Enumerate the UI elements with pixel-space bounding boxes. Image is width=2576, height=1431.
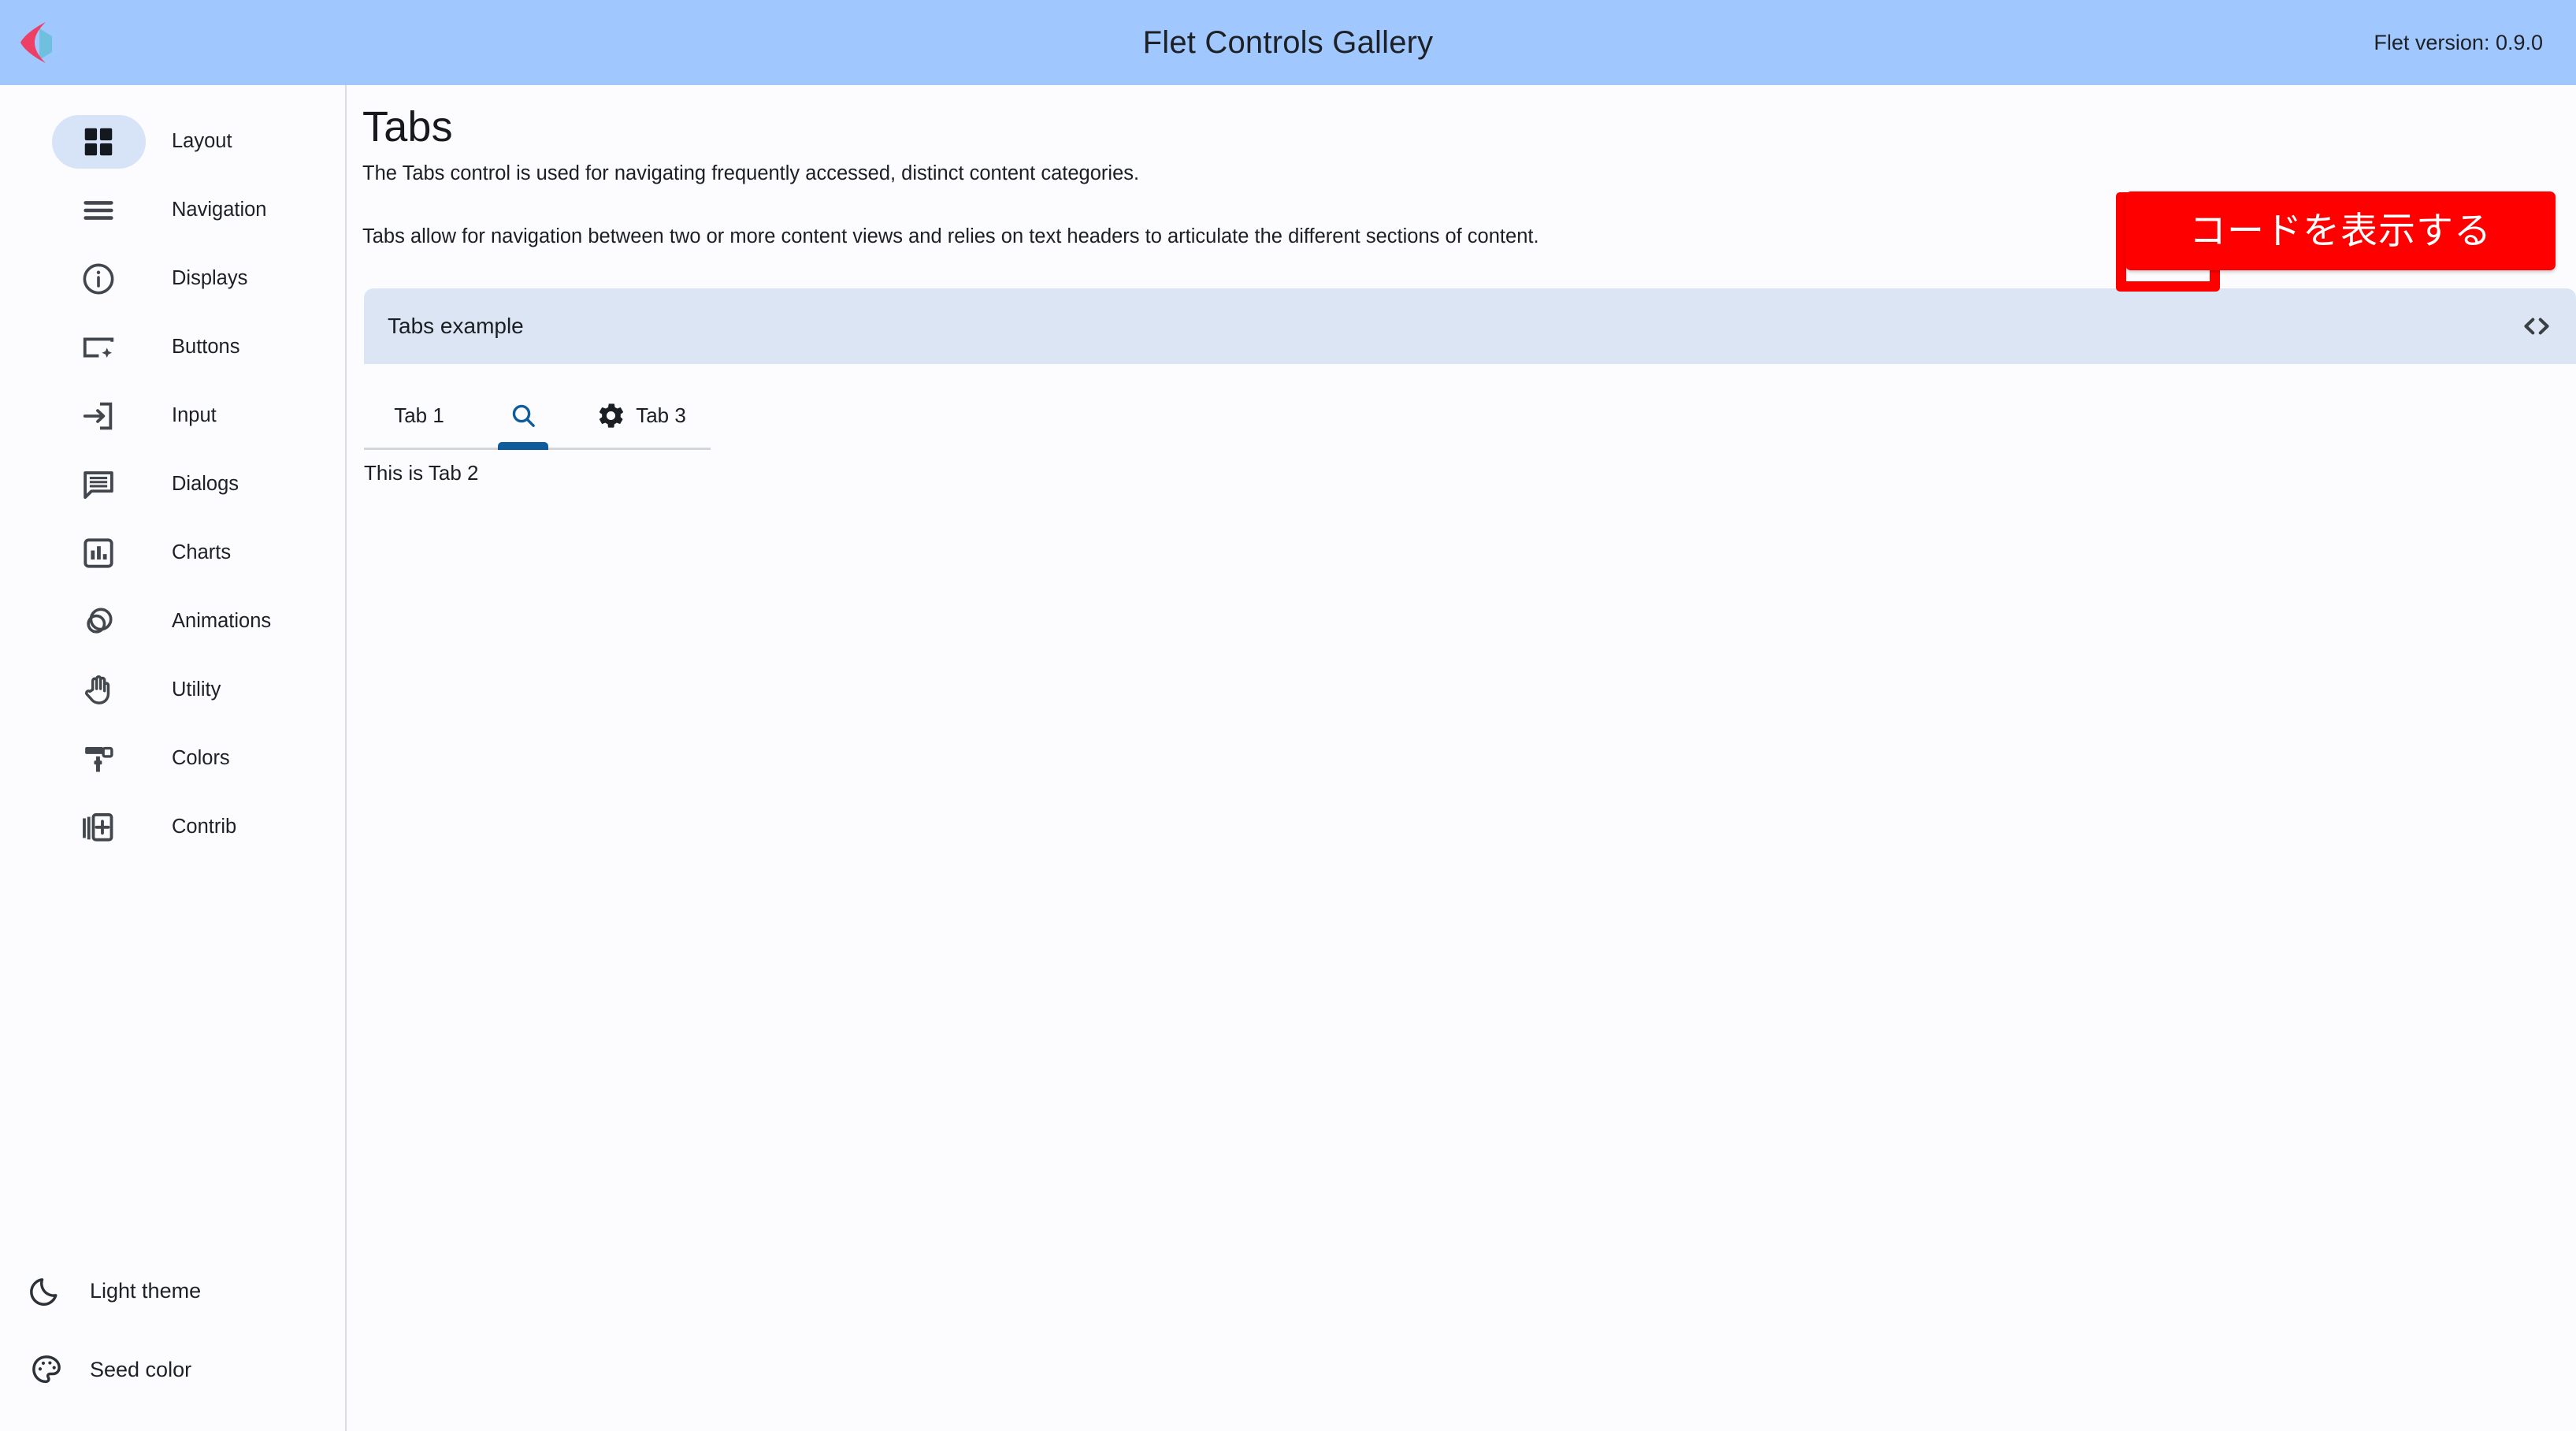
sidebar-item-label: Charts xyxy=(172,541,232,563)
sidebar-item-label: Utility xyxy=(172,678,221,701)
show-code-button[interactable] xyxy=(2505,295,2568,358)
grid-view-icon xyxy=(76,119,121,165)
app-title: Flet Controls Gallery xyxy=(1142,24,1434,60)
sidebar-item-label: Navigation xyxy=(172,199,267,221)
gear-icon xyxy=(596,401,625,430)
tab-tab-3[interactable]: Tab 3 xyxy=(572,383,711,448)
seed-color-label: Seed color xyxy=(90,1357,192,1381)
tab-divider xyxy=(364,442,711,450)
chat-box-icon xyxy=(76,462,121,507)
library-add-icon xyxy=(76,805,121,850)
main-content: Tabs The Tabs control is used for naviga… xyxy=(348,85,2576,1431)
seed-color-button[interactable]: Seed color xyxy=(0,1330,345,1409)
app-window: Flet Controls Gallery Flet version: 0.9.… xyxy=(0,0,2576,1431)
tab-panel-content: This is Tab 2 xyxy=(364,461,479,485)
paint-roller-icon xyxy=(76,736,121,782)
sidebar-item-layout[interactable]: Layout xyxy=(0,107,345,176)
sidebar-item-label: Animations xyxy=(172,610,272,632)
sidebar-item-displays[interactable]: Displays xyxy=(0,244,345,313)
page-title: Tabs xyxy=(362,103,453,151)
sidebar-item-label: Layout xyxy=(172,130,232,152)
navigation-rail-items: Layout Navigation Displays Buttons Input… xyxy=(0,107,345,861)
sidebar-item-buttons[interactable]: Buttons xyxy=(0,313,345,381)
sidebar-item-label: Buttons xyxy=(172,336,240,358)
sidebar-item-charts[interactable]: Charts xyxy=(0,519,345,587)
navigation-rail-actions: Light theme Seed color xyxy=(0,1251,345,1409)
annotation-text: コードを表示する xyxy=(2189,209,2492,253)
sidebar-item-navigation[interactable]: Navigation xyxy=(0,176,345,244)
sidebar-item-animations[interactable]: Animations xyxy=(0,587,345,656)
tab-selected-indicator xyxy=(498,442,548,450)
navigation-rail: Layout Navigation Displays Buttons Input… xyxy=(0,85,347,1431)
tab-strip: Tab 1 Tab 3 xyxy=(364,383,711,448)
sidebar-item-input[interactable]: Input xyxy=(0,381,345,450)
info-circle-icon xyxy=(76,256,121,302)
tab-search[interactable] xyxy=(474,383,572,448)
sidebar-item-label: Dialogs xyxy=(172,473,239,495)
search-icon xyxy=(509,401,538,430)
sidebar-item-label: Contrib xyxy=(172,816,237,838)
sidebar-item-label: Input xyxy=(172,404,217,426)
sidebar-item-utility[interactable]: Utility xyxy=(0,656,345,724)
input-icon xyxy=(76,393,121,439)
tab-tab-1[interactable]: Tab 1 xyxy=(364,383,474,448)
code-brackets-icon xyxy=(2524,318,2549,335)
hand-icon xyxy=(76,667,121,713)
flet-version-label: Flet version: 0.9.0 xyxy=(2374,30,2543,54)
menu-icon xyxy=(76,188,121,233)
light-theme-toggle[interactable]: Light theme xyxy=(0,1251,345,1330)
example-header-bar: Tabs example xyxy=(364,288,2576,364)
tabs-example-widget: Tab 1 Tab 3 This is Tab 2 xyxy=(364,383,2576,485)
animation-icon xyxy=(76,599,121,645)
light-theme-label: Light theme xyxy=(90,1278,202,1303)
example-title: Tabs example xyxy=(388,314,524,338)
moon-icon xyxy=(27,1271,66,1310)
annotation-callout: コードを表示する xyxy=(2125,191,2556,270)
page-description-2: Tabs allow for navigation between two or… xyxy=(362,225,1539,247)
app-bar: Flet Controls Gallery Flet version: 0.9.… xyxy=(0,0,2576,85)
sidebar-item-colors[interactable]: Colors xyxy=(0,724,345,793)
sidebar-item-contrib[interactable]: Contrib xyxy=(0,793,345,861)
bar-chart-icon xyxy=(76,530,121,576)
palette-icon xyxy=(27,1350,66,1389)
sidebar-item-label: Colors xyxy=(172,747,230,769)
sidebar-item-dialogs[interactable]: Dialogs xyxy=(0,450,345,519)
tab-label: Tab 3 xyxy=(636,403,686,427)
sidebar-item-label: Displays xyxy=(172,267,248,289)
smart-button-icon xyxy=(76,325,121,370)
page-description-1: The Tabs control is used for navigating … xyxy=(362,162,1140,184)
tab-label: Tab 1 xyxy=(394,403,444,427)
